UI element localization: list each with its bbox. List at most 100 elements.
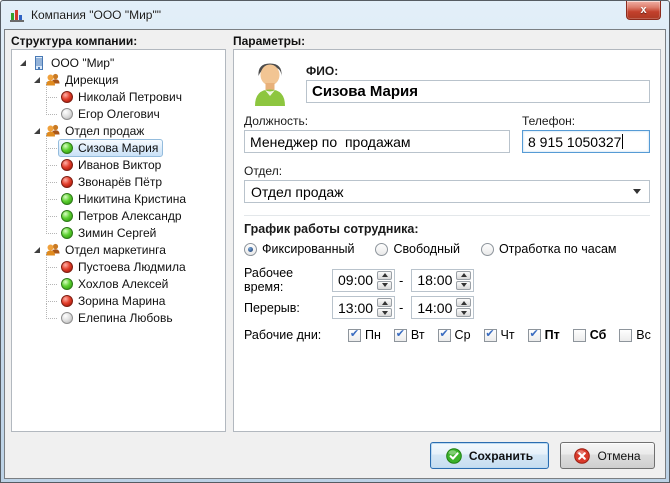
fio-input[interactable]: Сизова Мария xyxy=(306,80,650,103)
tree-item-employee[interactable]: Егор Олегович xyxy=(14,98,223,122)
break-start-spinner[interactable]: 13:00 xyxy=(332,296,395,319)
params-panel: ФИО: Сизова Мария Должность: Менеджер по… xyxy=(233,49,661,432)
app-window: Компания "ООО "Мир"" x Структура компани… xyxy=(0,0,670,483)
work-time-label: Рабочее время: xyxy=(244,266,294,294)
radio-icon[interactable] xyxy=(375,242,389,256)
workday-sat[interactable]: Сб xyxy=(572,328,607,342)
position-label: Должность: xyxy=(244,114,309,128)
workday-label: Сб xyxy=(589,328,607,342)
position-input[interactable]: Менеджер по продажам xyxy=(244,130,510,153)
break-end-spinner[interactable]: 14:00 xyxy=(411,296,475,319)
spin-down-button[interactable] xyxy=(377,280,392,290)
tree-item-label: Отдел маркетинга xyxy=(65,242,166,257)
checkbox-icon[interactable] xyxy=(348,328,361,342)
workday-tue[interactable]: Вт xyxy=(393,328,425,342)
status-icon xyxy=(61,294,73,307)
spin-down-button[interactable] xyxy=(456,280,472,290)
radio-icon[interactable] xyxy=(480,242,494,256)
save-button[interactable]: Сохранить xyxy=(430,442,549,469)
workday-fri[interactable]: Пт xyxy=(527,328,560,342)
spin-up-button[interactable] xyxy=(456,270,472,280)
schedule-header: График работы сотрудника: xyxy=(244,222,419,236)
expander-icon[interactable] xyxy=(34,127,40,134)
spin-up-button[interactable] xyxy=(456,298,472,307)
tree-item-label: Елепина Любовь xyxy=(78,310,173,325)
expander-icon[interactable] xyxy=(20,59,26,66)
workday-label: Ср xyxy=(454,328,471,342)
work-start-spinner[interactable]: 09:00 xyxy=(332,268,395,292)
checkbox-icon[interactable] xyxy=(527,328,541,342)
spinner-buttons xyxy=(377,270,392,290)
fio-value: Сизова Мария xyxy=(312,83,418,100)
workday-label: Чт xyxy=(500,328,515,342)
cancel-button[interactable]: Отмена xyxy=(560,442,655,469)
spin-up-button[interactable] xyxy=(377,298,392,307)
radio-label: Отработка по часам xyxy=(498,242,617,256)
tree-connector xyxy=(46,268,57,285)
spinner-buttons xyxy=(377,298,392,317)
workday-wed[interactable]: Ср xyxy=(437,328,471,342)
checkbox-icon[interactable] xyxy=(483,328,497,342)
tree-item-employee[interactable]: Елепина Любовь xyxy=(14,302,223,326)
close-button[interactable]: x xyxy=(626,1,661,20)
tree-connector xyxy=(46,98,57,115)
workday-mon[interactable]: Пн xyxy=(348,328,381,342)
radio-fixed[interactable]: Фиксированный xyxy=(244,242,354,256)
tree-item-label: Иванов Виктор xyxy=(78,157,162,172)
spin-down-button[interactable] xyxy=(456,308,472,317)
time-value: 09:00 xyxy=(338,272,374,288)
spinner-buttons xyxy=(456,270,472,290)
break-time-row: Перерыв: 13:00 - 14:00 xyxy=(244,296,478,319)
status-icon xyxy=(61,311,73,324)
text-caret xyxy=(622,134,624,149)
workday-thu[interactable]: Чт xyxy=(483,328,515,342)
status-icon xyxy=(61,260,73,273)
radio-icon[interactable] xyxy=(244,242,257,256)
titlebar[interactable]: Компания "ООО "Мир"" x xyxy=(1,1,669,29)
radio-label: Фиксированный xyxy=(262,242,355,256)
expander-icon[interactable] xyxy=(34,76,40,83)
spin-down-button[interactable] xyxy=(377,308,392,317)
cancel-button-label: Отмена xyxy=(597,448,641,463)
fio-label: ФИО: xyxy=(306,64,339,78)
phone-input[interactable]: 8 915 1050327 xyxy=(522,130,650,153)
save-button-label: Сохранить xyxy=(468,448,534,463)
checkbox-icon[interactable] xyxy=(437,328,451,342)
break-time-label: Перерыв: xyxy=(244,300,300,315)
app-chart-icon xyxy=(9,7,25,23)
tree-item-label: Звонарёв Пётр xyxy=(78,174,162,189)
tree-connector xyxy=(46,81,57,98)
status-icon xyxy=(61,175,73,188)
tree-item-employee[interactable]: Зимин Сергей xyxy=(14,217,223,241)
spin-up-button[interactable] xyxy=(377,270,392,280)
schedule-mode-group: Фиксированный Свободный Отработка по час… xyxy=(244,242,617,256)
tree-connector xyxy=(46,217,57,234)
status-icon xyxy=(61,90,73,103)
tree-item-label: Зимин Сергей xyxy=(78,225,157,240)
company-building-icon xyxy=(31,55,47,71)
radio-free[interactable]: Свободный xyxy=(375,242,460,256)
radio-hourly[interactable]: Отработка по часам xyxy=(480,242,617,256)
department-select[interactable]: Отдел продаж xyxy=(244,180,650,203)
status-icon xyxy=(61,226,73,239)
expander-icon[interactable] xyxy=(34,246,40,253)
time-value: 13:00 xyxy=(338,299,374,316)
work-end-spinner[interactable]: 18:00 xyxy=(411,268,475,292)
checkbox-icon[interactable] xyxy=(619,328,633,342)
work-time-row: Рабочее время: 09:00 - 18:00 xyxy=(244,266,478,294)
range-separator: - xyxy=(399,272,404,288)
tree-item-company[interactable]: ООО "Мир" xyxy=(14,54,223,71)
phone-label: Телефон: xyxy=(522,114,576,128)
section-divider xyxy=(244,215,650,216)
tree-connector xyxy=(46,200,57,217)
tree-item-label: Хохлов Алексей xyxy=(78,276,169,291)
time-value: 14:00 xyxy=(417,299,453,316)
workday-sun[interactable]: Вс xyxy=(619,328,651,342)
checkbox-icon[interactable] xyxy=(572,328,586,342)
status-icon xyxy=(61,141,73,154)
company-tree[interactable]: ООО "Мир" Дирекция Николай Петрович Егор… xyxy=(11,49,226,432)
work-days-row: Рабочие дни: Пн Вт Ср Чт xyxy=(244,328,664,342)
checkbox-icon[interactable] xyxy=(393,328,407,342)
chevron-down-icon xyxy=(633,189,641,194)
range-separator: - xyxy=(399,300,404,315)
